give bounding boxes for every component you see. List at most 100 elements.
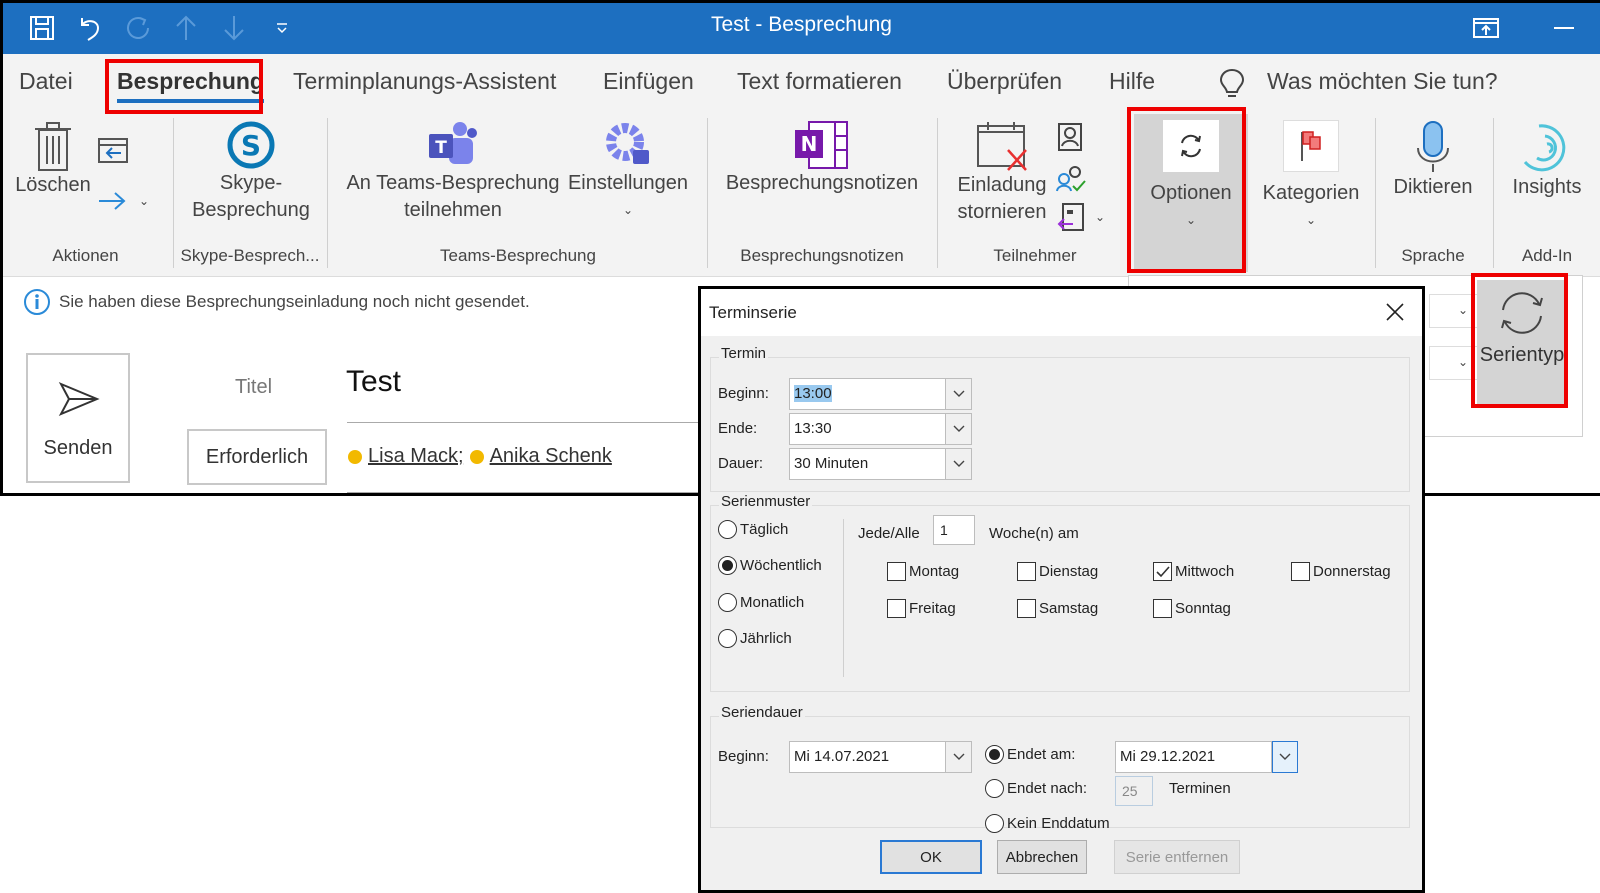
radio-circle[interactable] xyxy=(718,520,737,539)
chevron-down-icon[interactable] xyxy=(946,413,972,445)
tab-ueberpruefen[interactable]: Überprüfen xyxy=(947,68,1062,95)
radio-circle[interactable] xyxy=(985,814,1004,833)
radio-woechentlich[interactable]: Wöchentlich xyxy=(718,556,822,575)
tab-hilfe[interactable]: Hilfe xyxy=(1109,68,1155,95)
dialog-title-bar: Terminserie xyxy=(701,289,1422,336)
recurrence-type-button[interactable]: Serientyp xyxy=(1477,280,1567,407)
recurrence-dialog: Terminserie Termin Beginn: 13:00 Ende: 1… xyxy=(698,286,1425,893)
recurrence-icon xyxy=(1501,292,1543,334)
remove-series-button[interactable]: Serie entfernen xyxy=(1114,840,1240,874)
checkbox-samstag[interactable]: Samstag xyxy=(1017,599,1098,618)
response-options-button[interactable]: ⌄ xyxy=(1057,202,1105,232)
start-time-combo[interactable]: 13:00 xyxy=(789,378,972,410)
checkbox-box[interactable] xyxy=(887,562,906,581)
radio-jaehrlich[interactable]: Jährlich xyxy=(718,629,792,648)
minimize-icon[interactable] xyxy=(1547,13,1581,43)
categories-button[interactable]: Kategorien ⌄ xyxy=(1255,114,1367,234)
radio-circle[interactable] xyxy=(985,779,1004,798)
teams-label-1: An Teams-Besprechung xyxy=(346,172,560,194)
checkbox-box[interactable] xyxy=(887,599,906,618)
tab-datei[interactable]: Datei xyxy=(19,68,73,95)
tab-text-formatieren[interactable]: Text formatieren xyxy=(737,68,902,95)
radio-circle[interactable] xyxy=(718,629,737,648)
address-book-icon[interactable] xyxy=(1057,122,1083,157)
checkbox-box[interactable] xyxy=(1017,599,1036,618)
radio-endet-nach[interactable]: Endet nach: xyxy=(985,779,1087,798)
duration-value[interactable]: 30 Minuten xyxy=(789,448,946,480)
checkbox-freitag[interactable]: Freitag xyxy=(887,599,956,618)
insights-icon xyxy=(1499,120,1595,174)
required-attendees-button[interactable]: Erforderlich xyxy=(187,429,327,485)
insights-button[interactable]: Insights xyxy=(1499,120,1595,201)
send-button[interactable]: Senden xyxy=(26,353,130,483)
end-date-combo[interactable]: Mi 29.12.2021 xyxy=(1115,741,1298,773)
check-names-icon[interactable] xyxy=(1055,164,1087,199)
meeting-notes-button[interactable]: N Besprechungsnotizen xyxy=(715,120,929,197)
dropdown-arrow[interactable]: ⌄ xyxy=(1429,294,1479,328)
calendar-move-icon[interactable] xyxy=(97,134,129,169)
join-teams-button[interactable]: T An Teams-Besprechung teilnehmen xyxy=(343,120,563,224)
microphone-icon xyxy=(1383,120,1483,174)
cancel-button[interactable]: Abbrechen xyxy=(997,840,1087,874)
start-time-value[interactable]: 13:00 xyxy=(789,378,946,410)
settings-label: Einstellungen xyxy=(567,172,689,194)
checkbox-sonntag[interactable]: Sonntag xyxy=(1153,599,1231,618)
close-icon[interactable] xyxy=(1382,299,1408,325)
svg-text:T: T xyxy=(435,138,447,158)
attendees-underline xyxy=(347,492,707,493)
subject-input[interactable]: Test xyxy=(346,365,401,399)
forward-button[interactable]: ⌄ xyxy=(97,190,149,212)
attendees-field[interactable]: Lisa Mack; Anika Schenk xyxy=(348,445,612,468)
checkbox-box[interactable] xyxy=(1153,562,1172,581)
teams-label-2: teilnehmen xyxy=(404,199,502,221)
cancel-invitation-button[interactable]: Einladung stornieren xyxy=(947,120,1057,226)
checkbox-donnerstag[interactable]: Donnerstag xyxy=(1291,562,1391,581)
skype-meeting-button[interactable]: S Skype- Besprechung xyxy=(181,120,321,224)
ok-button[interactable]: OK xyxy=(880,840,982,874)
ribbon-display-icon[interactable] xyxy=(1469,13,1503,43)
chevron-down-icon[interactable] xyxy=(946,741,972,773)
radio-circle[interactable] xyxy=(718,556,737,575)
delete-label: Löschen xyxy=(15,174,91,196)
range-start-value[interactable]: Mi 14.07.2021 xyxy=(789,741,946,773)
teams-settings-button[interactable]: Einstellungen ⌄ xyxy=(563,120,693,224)
checkbox-box[interactable] xyxy=(1291,562,1310,581)
checkbox-dienstag[interactable]: Dienstag xyxy=(1017,562,1098,581)
delete-button[interactable]: Löschen xyxy=(13,120,93,199)
tab-einfuegen[interactable]: Einfügen xyxy=(603,68,694,95)
range-start-combo[interactable]: Mi 14.07.2021 xyxy=(789,741,972,773)
chevron-down-icon[interactable] xyxy=(946,378,972,410)
tab-besprechung[interactable]: Besprechung xyxy=(117,68,264,103)
dropdown-arrow[interactable]: ⌄ xyxy=(1429,346,1479,380)
duration-combo[interactable]: 30 Minuten xyxy=(789,448,972,480)
options-button[interactable]: Optionen ⌄ xyxy=(1134,114,1248,272)
tab-terminplanungs-assistent[interactable]: Terminplanungs-Assistent xyxy=(293,68,556,95)
attendee[interactable]: Lisa Mack; xyxy=(368,445,464,468)
end-time-combo[interactable]: 13:30 xyxy=(789,413,972,445)
lightbulb-icon xyxy=(1219,68,1245,105)
radio-monatlich[interactable]: Monatlich xyxy=(718,593,804,612)
forward-arrow-icon xyxy=(99,192,126,210)
checkbox-label: Samstag xyxy=(1039,600,1099,617)
radio-circle[interactable] xyxy=(985,745,1004,764)
radio-endet-am[interactable]: Endet am: xyxy=(985,745,1075,764)
group-separator xyxy=(1493,118,1494,268)
svg-text:S: S xyxy=(241,129,261,162)
checkbox-box[interactable] xyxy=(1153,599,1172,618)
radio-circle[interactable] xyxy=(718,593,737,612)
group-separator xyxy=(1375,118,1376,268)
every-weeks-input[interactable]: 1 xyxy=(933,515,975,545)
checkbox-mittwoch[interactable]: Mittwoch xyxy=(1153,562,1234,581)
radio-taeglich[interactable]: Täglich xyxy=(718,520,788,539)
dictate-button[interactable]: Diktieren xyxy=(1383,120,1483,201)
occurrences-input[interactable]: 25 xyxy=(1115,776,1153,806)
end-time-value[interactable]: 13:30 xyxy=(789,413,946,445)
radio-kein-enddatum[interactable]: Kein Enddatum xyxy=(985,814,1110,833)
end-date-value[interactable]: Mi 29.12.2021 xyxy=(1115,741,1272,773)
checkbox-montag[interactable]: Montag xyxy=(887,562,959,581)
checkbox-box[interactable] xyxy=(1017,562,1036,581)
chevron-down-icon[interactable] xyxy=(946,448,972,480)
chevron-down-icon[interactable] xyxy=(1272,741,1298,773)
attendee[interactable]: Anika Schenk xyxy=(490,445,612,468)
tell-me-search[interactable]: Was möchten Sie tun? xyxy=(1267,68,1498,95)
